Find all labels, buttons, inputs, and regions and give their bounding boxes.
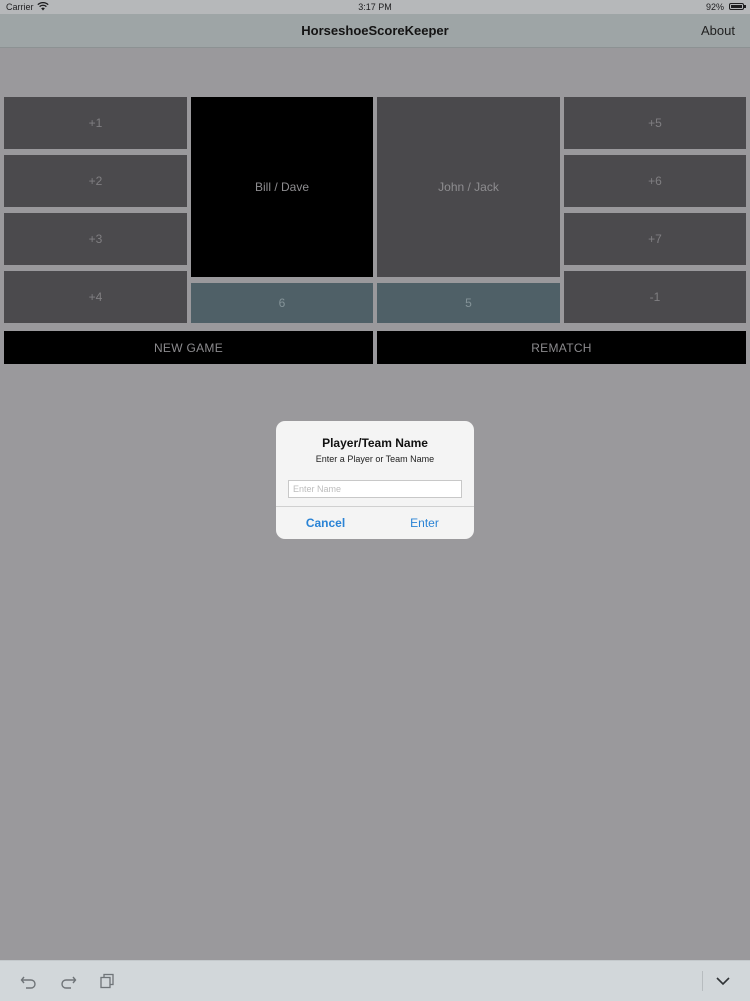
add-2-button[interactable]: +2	[4, 155, 187, 207]
dialog-message: Enter a Player or Team Name	[315, 454, 435, 464]
new-game-button[interactable]: NEW GAME	[4, 331, 373, 364]
cancel-button[interactable]: Cancel	[276, 507, 375, 539]
subtract-1-button[interactable]: -1	[564, 271, 746, 323]
team-2-name-button[interactable]: John / Jack	[377, 97, 560, 277]
add-3-button[interactable]: +3	[4, 213, 187, 265]
name-input[interactable]	[288, 480, 462, 498]
battery-percent: 92%	[705, 2, 724, 12]
add-4-button[interactable]: +4	[4, 271, 187, 323]
team-2-score: 5	[377, 283, 560, 323]
dialog-title: Player/Team Name	[322, 436, 428, 450]
about-button[interactable]: About	[701, 23, 735, 38]
chevron-down-icon[interactable]	[714, 972, 732, 990]
add-5-button[interactable]: +5	[564, 97, 746, 149]
add-1-button[interactable]: +1	[4, 97, 187, 149]
team-1-name-button[interactable]: Bill / Dave	[191, 97, 373, 277]
status-bar: Carrier 3:17 PM 92%	[0, 0, 750, 14]
rematch-button[interactable]: REMATCH	[377, 331, 746, 364]
add-6-button[interactable]: +6	[564, 155, 746, 207]
name-entry-dialog: Player/Team Name Enter a Player or Team …	[276, 421, 474, 539]
keyboard-toolbar	[0, 960, 750, 1001]
battery-icon	[729, 3, 746, 10]
redo-icon[interactable]	[59, 972, 77, 990]
toolbar-divider	[702, 971, 703, 991]
add-7-button[interactable]: +7	[564, 213, 746, 265]
team-1-score: 6	[191, 283, 373, 323]
undo-icon[interactable]	[20, 972, 38, 990]
navigation-bar: HorseshoeScoreKeeper About	[0, 14, 750, 48]
clock: 3:17 PM	[358, 2, 392, 12]
app-title: HorseshoeScoreKeeper	[301, 23, 449, 38]
enter-button[interactable]: Enter	[375, 507, 474, 539]
copy-icon[interactable]	[98, 972, 116, 990]
